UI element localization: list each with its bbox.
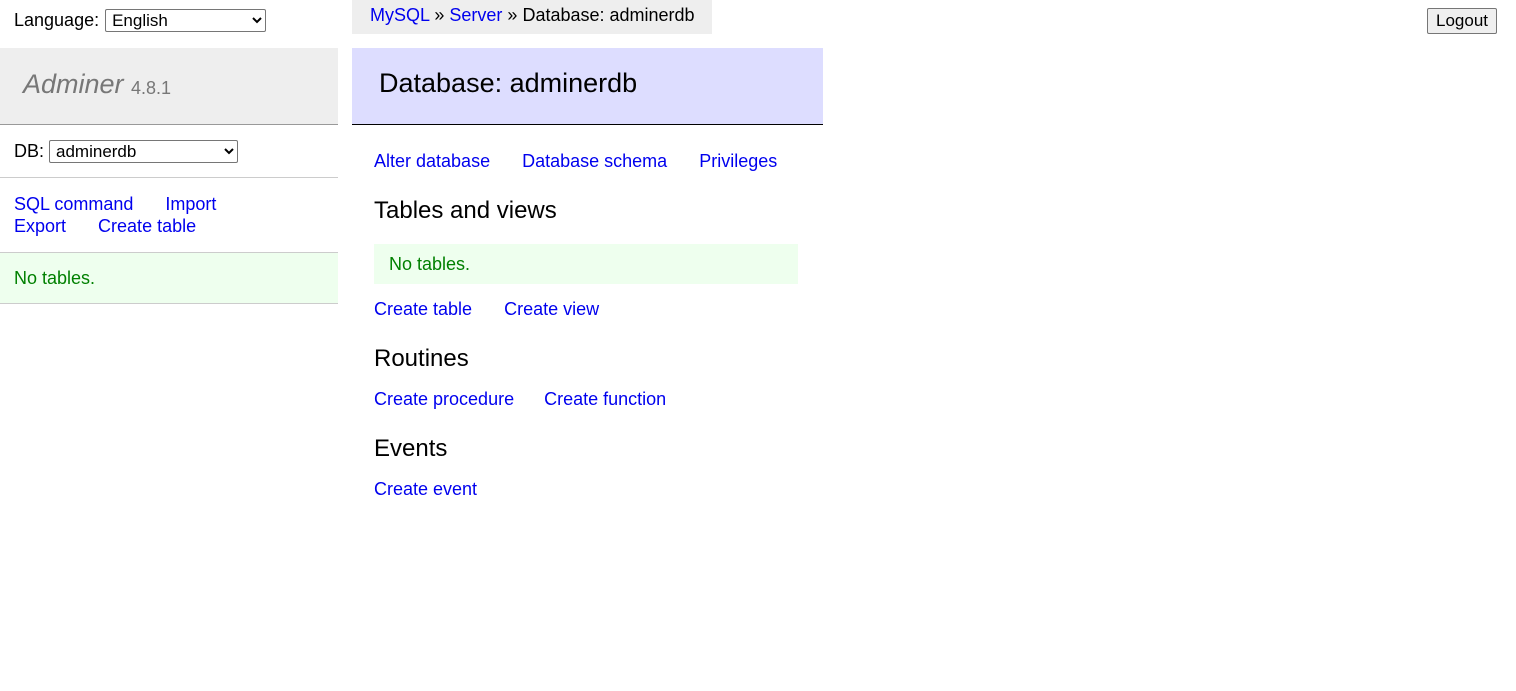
- events-links: Create event: [374, 479, 504, 500]
- privileges-link[interactable]: Privileges: [699, 151, 777, 171]
- db-label: DB:: [14, 141, 45, 161]
- database-action-links: Alter database Database schema Privilege…: [374, 151, 804, 172]
- export-link[interactable]: Export: [14, 216, 66, 236]
- brand-link[interactable]: Adminer: [23, 69, 124, 100]
- sidebar-links: SQL command Import Export Create table: [14, 193, 243, 237]
- routines-links: Create procedure Create function: [374, 389, 693, 410]
- sidebar-message: No tables.: [0, 253, 338, 304]
- main-header: Database: adminerdb: [352, 48, 823, 125]
- language-select[interactable]: English: [105, 9, 267, 32]
- language-label: Language:: [14, 10, 100, 30]
- breadcrumb-mysql[interactable]: MySQL: [370, 5, 429, 25]
- tables-section-heading-wrap: Tables and views: [374, 197, 557, 225]
- logout-button[interactable]: Logout: [1427, 8, 1497, 34]
- breadcrumb: MySQL » Server » Database: adminerdb: [352, 0, 712, 34]
- create-table-link[interactable]: Create table: [374, 299, 472, 319]
- create-event-link[interactable]: Create event: [374, 479, 477, 499]
- events-heading: Events: [374, 435, 448, 462]
- routines-heading: Routines: [374, 345, 469, 372]
- database-schema-link[interactable]: Database schema: [522, 151, 667, 171]
- breadcrumb-current: Database: adminerdb: [522, 5, 695, 25]
- sidebar-divider: [0, 177, 338, 178]
- tables-message: No tables.: [374, 244, 798, 284]
- alter-database-link[interactable]: Alter database: [374, 151, 490, 171]
- breadcrumb-separator: »: [507, 5, 518, 25]
- create-function-link[interactable]: Create function: [544, 389, 666, 409]
- create-view-link[interactable]: Create view: [504, 299, 599, 319]
- tables-links: Create table Create view: [374, 299, 626, 320]
- events-heading-wrap: Events: [374, 435, 447, 463]
- db-select[interactable]: adminerdb: [49, 140, 239, 163]
- tables-heading: Tables and views: [374, 197, 557, 224]
- breadcrumb-separator: »: [434, 5, 445, 25]
- adminer-page: Language: English Adminer 4.8.1 DB: admi…: [0, 0, 1516, 691]
- brand-header: Adminer 4.8.1: [0, 48, 338, 125]
- tables-no-tables: No tables.: [389, 254, 471, 274]
- sidebar-create-table-link[interactable]: Create table: [98, 216, 196, 236]
- language-row: Language: English: [14, 9, 267, 32]
- breadcrumb-server[interactable]: Server: [449, 5, 502, 25]
- import-link[interactable]: Import: [165, 194, 216, 214]
- page-title: Database: adminerdb: [379, 68, 638, 98]
- brand-version: 4.8.1: [131, 78, 172, 98]
- db-row: DB: adminerdb: [14, 140, 239, 163]
- sidebar-no-tables: No tables.: [14, 268, 96, 288]
- routines-heading-wrap: Routines: [374, 345, 469, 373]
- sql-command-link[interactable]: SQL command: [14, 194, 133, 214]
- create-procedure-link[interactable]: Create procedure: [374, 389, 514, 409]
